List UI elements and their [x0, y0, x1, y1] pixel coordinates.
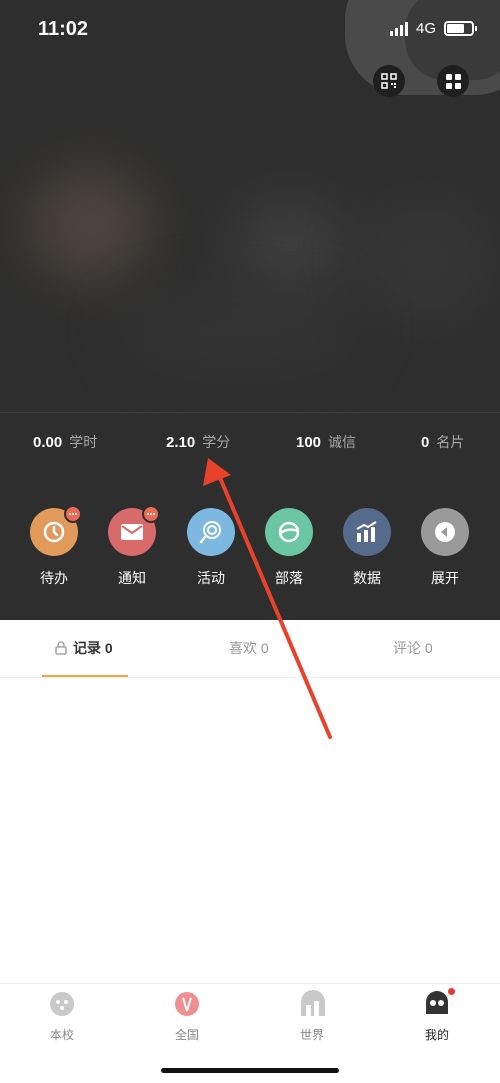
profile-header: 11:02 4G 0.00 学时 2.10 学分 100 诚信 0 名片 待办 …	[0, 0, 500, 620]
tab-records[interactable]: 记录 0	[54, 638, 113, 658]
quick-actions: 待办 通知 活动 部落 数据 展开	[0, 505, 500, 598]
grid-menu-button[interactable]	[437, 65, 469, 97]
mail-icon	[121, 524, 143, 540]
signal-icon	[389, 21, 408, 36]
stat-cards[interactable]: 0 名片	[421, 432, 464, 452]
tab-likes[interactable]: 喜欢 0	[229, 638, 269, 658]
more-badge	[64, 505, 82, 523]
school-icon	[50, 992, 74, 1016]
lock-icon	[55, 641, 67, 655]
action-todo[interactable]: 待办	[19, 505, 89, 588]
qr-code-button[interactable]	[373, 65, 405, 97]
content-tabs: 记录 0 喜欢 0 评论 0	[0, 620, 500, 678]
tribe-icon	[278, 521, 300, 543]
divider	[0, 412, 500, 413]
tab-comments[interactable]: 评论 0	[393, 638, 433, 658]
stat-credits[interactable]: 2.10 学分	[166, 432, 230, 452]
lollipop-icon	[199, 521, 221, 544]
grid-icon	[445, 73, 461, 89]
bar-chart-icon	[356, 521, 377, 542]
action-tribe[interactable]: 部落	[254, 508, 324, 588]
battery-icon	[444, 21, 477, 36]
status-bar: 11:02 4G	[0, 0, 500, 60]
nav-national[interactable]: 全国	[157, 990, 217, 1043]
profile-icon	[426, 991, 448, 1014]
timer-icon	[43, 521, 65, 543]
national-icon	[175, 992, 199, 1016]
expand-icon	[435, 522, 455, 542]
nav-world[interactable]: 世界	[282, 990, 342, 1043]
qr-code-icon	[381, 73, 397, 89]
nav-profile[interactable]: 我的	[407, 988, 467, 1043]
home-indicator	[161, 1068, 339, 1073]
action-expand[interactable]: 展开	[410, 508, 480, 588]
stat-hours[interactable]: 0.00 学时	[33, 432, 97, 452]
world-icon	[301, 990, 325, 1016]
more-badge	[142, 505, 160, 523]
stat-integrity[interactable]: 100 诚信	[296, 432, 356, 452]
action-activity[interactable]: 活动	[176, 508, 246, 588]
nav-school[interactable]: 本校	[32, 990, 92, 1043]
notification-dot	[448, 988, 455, 995]
stats-row: 0.00 学时 2.10 学分 100 诚信 0 名片	[0, 432, 500, 456]
action-data[interactable]: 数据	[332, 508, 402, 588]
status-time: 11:02	[38, 18, 89, 40]
active-tab-indicator	[42, 675, 128, 677]
action-notice[interactable]: 通知	[97, 505, 167, 588]
network-label: 4G	[415, 20, 436, 37]
